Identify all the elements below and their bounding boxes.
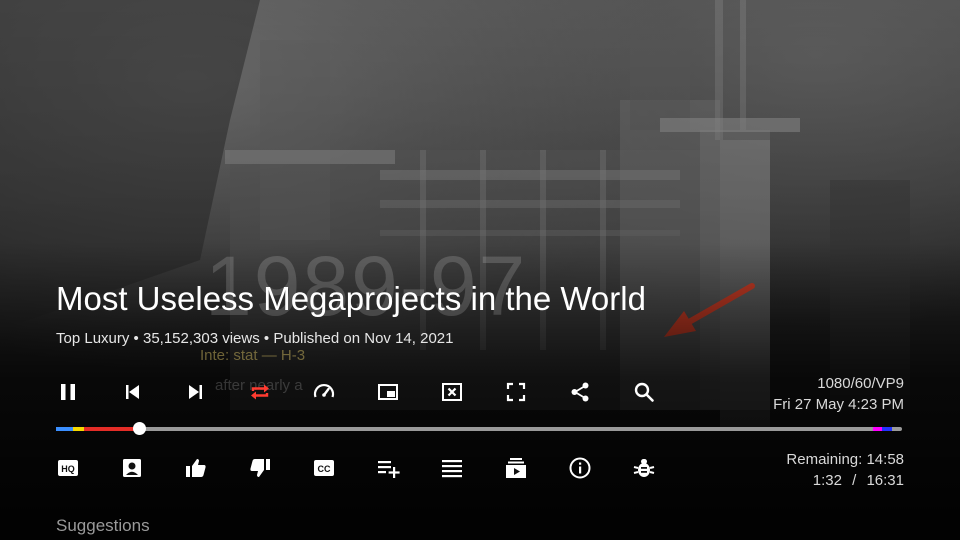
bug-icon [633, 459, 655, 477]
subscriptions-icon [506, 458, 526, 478]
pause-button[interactable] [48, 372, 88, 412]
stream-info: 1080/60/VP9 Fri 27 May 4:23 PM [773, 373, 904, 415]
closed-captions-icon: CC [314, 460, 334, 476]
pip-icon [378, 384, 398, 400]
search-icon [634, 382, 654, 402]
subscriptions-button[interactable] [496, 448, 536, 488]
hq-label: HQ [61, 464, 75, 474]
thumb-down-icon [250, 459, 270, 477]
cc-label: CC [318, 464, 331, 474]
progress-marker [83, 427, 140, 431]
video-format: 1080/60/VP9 [817, 375, 904, 392]
debug-button[interactable] [624, 448, 664, 488]
publish-date: Published on Nov 14, 2021 [273, 330, 454, 347]
speedometer-icon [313, 383, 335, 398]
search-button[interactable] [624, 372, 664, 412]
repeat-button[interactable] [240, 372, 280, 412]
next-button[interactable] [176, 372, 216, 412]
action-controls: HQ CC [0, 448, 700, 488]
view-count: 35,152,303 views [142, 330, 260, 347]
total-duration: 16:31 [866, 472, 904, 489]
quality-button[interactable]: HQ [48, 448, 88, 488]
progress-marker [72, 427, 84, 431]
channel-button[interactable] [112, 448, 152, 488]
info-button[interactable] [560, 448, 600, 488]
background-subtitle: Inte: stat — H-3 [200, 347, 306, 364]
time-separator: / [852, 472, 857, 489]
channel-name[interactable]: Top Luxury [56, 330, 129, 347]
list-icon [442, 460, 462, 478]
speed-button[interactable] [304, 372, 344, 412]
fullscreen-icon [506, 382, 526, 402]
skip-previous-icon [126, 385, 139, 399]
playback-controls [0, 372, 700, 412]
playlist-add-icon [378, 461, 400, 478]
info-icon [569, 457, 591, 479]
playlist-button[interactable] [432, 448, 472, 488]
video-meta: Top Luxury • 35,152,303 views • Publishe… [56, 330, 453, 347]
meta-separator: • [133, 330, 139, 347]
time-info: Remaining: 14:58 1:32 / 16:31 [786, 449, 904, 491]
skip-next-icon [189, 385, 202, 399]
current-datetime: Fri 27 May 4:23 PM [773, 396, 904, 413]
account-box-icon [123, 459, 141, 477]
remaining-time: Remaining: 14:58 [786, 451, 904, 468]
progress-marker [881, 427, 892, 431]
share-icon [571, 382, 589, 402]
hq-icon: HQ [58, 460, 78, 476]
share-button[interactable] [560, 372, 600, 412]
pause-icon [61, 384, 75, 400]
progress-marker [56, 427, 73, 431]
repeat-icon [251, 384, 269, 400]
elapsed-time: 1:32 [812, 472, 842, 489]
captions-button[interactable]: CC [304, 448, 344, 488]
playback-time: 1:32 / 16:31 [786, 470, 904, 491]
close-box-icon [442, 383, 462, 401]
add-to-playlist-button[interactable] [368, 448, 408, 488]
dislike-button[interactable] [240, 448, 280, 488]
like-button[interactable] [176, 448, 216, 488]
progress-marker [873, 427, 882, 431]
thumb-up-icon [186, 459, 206, 477]
previous-button[interactable] [112, 372, 152, 412]
picture-in-picture-button[interactable] [368, 372, 408, 412]
suggestions-heading[interactable]: Suggestions [56, 516, 150, 536]
close-player-button[interactable] [432, 372, 472, 412]
meta-separator: • [263, 330, 270, 347]
video-title: Most Useless Megaprojects in the World [56, 280, 646, 317]
fullscreen-button[interactable] [496, 372, 536, 412]
seek-bar[interactable] [56, 422, 902, 435]
